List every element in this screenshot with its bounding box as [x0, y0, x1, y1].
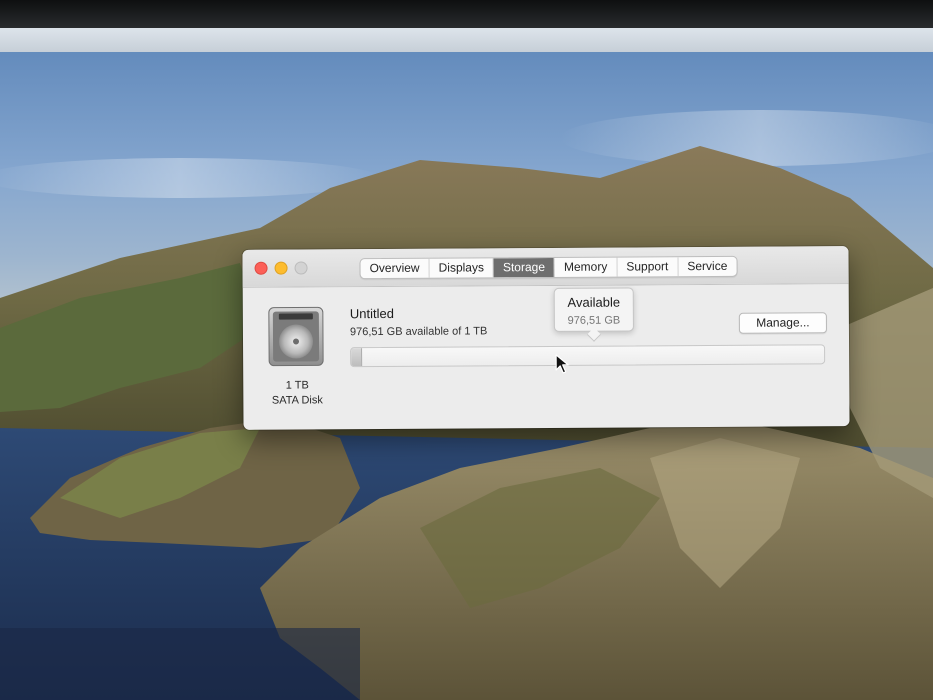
hard-disk-icon — [268, 306, 324, 367]
volume-available-text: 976,51 GB available of 1 TB — [349, 325, 488, 339]
tab-storage[interactable]: Storage — [493, 257, 556, 278]
available-tooltip: Available 976,51 GB — [553, 287, 634, 342]
tab-support[interactable]: Support — [617, 257, 679, 277]
menu-bar — [0, 28, 933, 52]
tooltip-value: 976,51 GB — [567, 314, 621, 327]
monitor-bezel — [0, 0, 933, 30]
close-icon[interactable] — [254, 261, 268, 275]
tab-service[interactable]: Service — [678, 257, 736, 276]
manage-button[interactable]: Manage... — [738, 312, 827, 334]
tab-overview[interactable]: Overview — [360, 258, 430, 279]
minimize-icon[interactable] — [274, 261, 288, 275]
volume-name: Untitled — [349, 305, 394, 322]
disk-size-label: 1 TB — [285, 379, 309, 392]
desktop: Overview Displays Storage Memory Support… — [0, 28, 933, 700]
window-titlebar: Overview Displays Storage Memory Support… — [242, 246, 849, 288]
about-this-mac-window: Overview Displays Storage Memory Support… — [242, 246, 850, 430]
tooltip-arrow — [586, 327, 602, 342]
storage-used-segment[interactable] — [351, 348, 363, 367]
storage-usage-bar[interactable] — [350, 344, 826, 368]
tooltip-title: Available — [567, 294, 621, 310]
tab-bar: Overview Displays Storage Memory Support… — [359, 255, 738, 280]
mouse-pointer-icon — [555, 354, 569, 374]
tab-memory[interactable]: Memory — [554, 257, 618, 277]
zoom-icon[interactable] — [294, 261, 308, 275]
disk-type-label: SATA Disk — [271, 394, 323, 407]
tab-displays[interactable]: Displays — [429, 258, 495, 278]
